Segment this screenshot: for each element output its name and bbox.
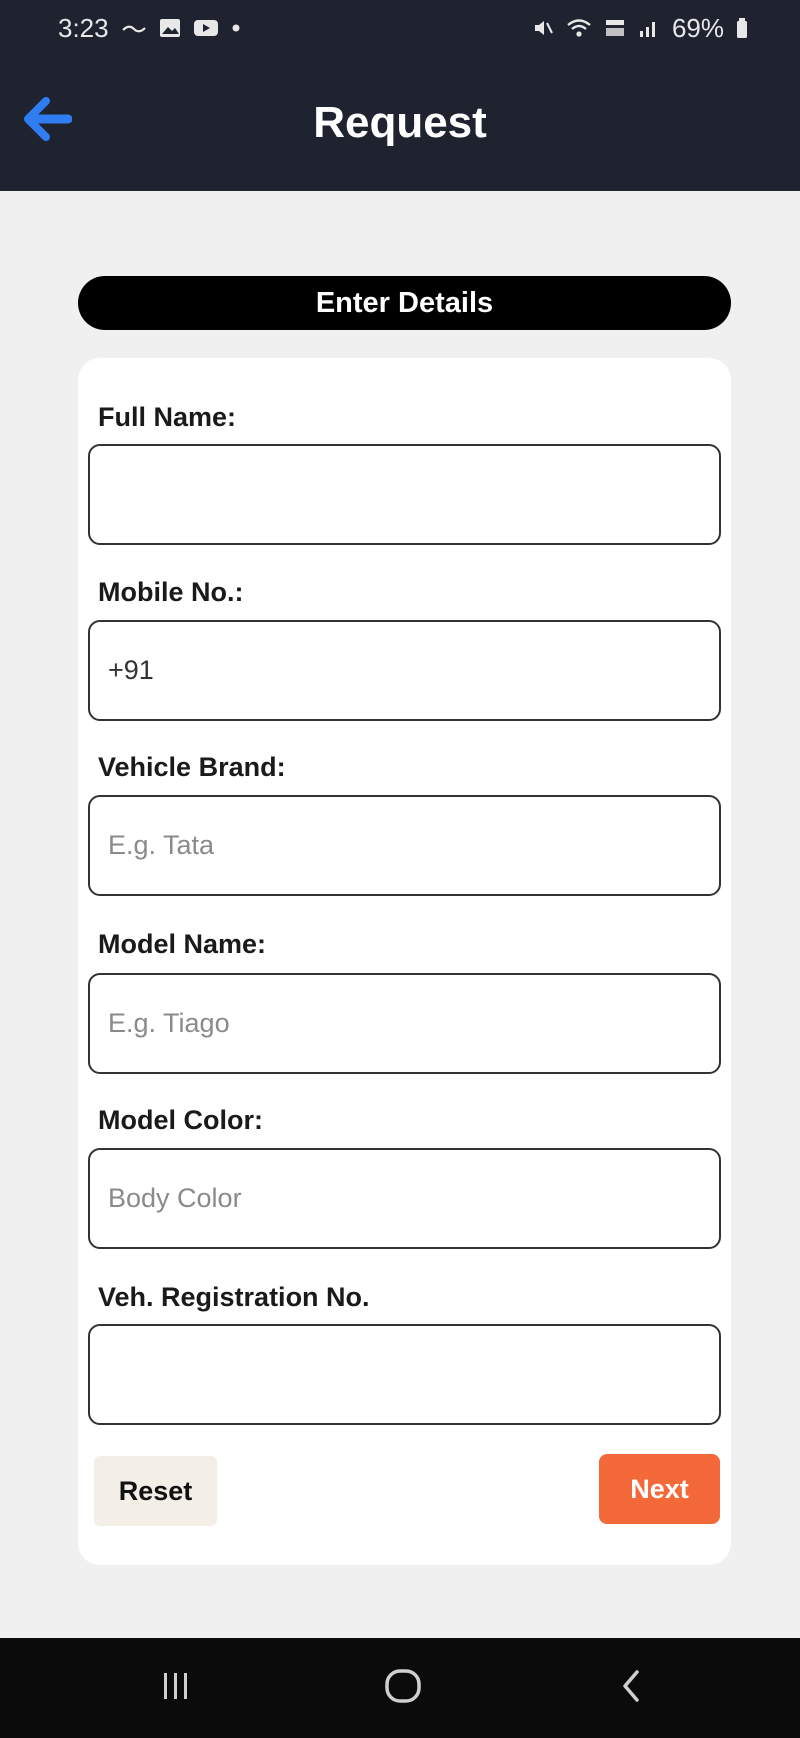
registration-number-input[interactable] bbox=[88, 1324, 721, 1425]
volte-icon bbox=[604, 17, 626, 39]
home-button[interactable] bbox=[363, 1660, 443, 1716]
reset-button[interactable]: Reset bbox=[94, 1456, 217, 1526]
mobile-number-input[interactable] bbox=[88, 620, 721, 721]
model-color-input[interactable] bbox=[88, 1148, 721, 1249]
registration-number-label: Veh. Registration No. bbox=[98, 1282, 370, 1312]
gallery-icon bbox=[159, 18, 181, 38]
status-time: 3:23 bbox=[58, 12, 109, 43]
recents-button[interactable] bbox=[136, 1660, 216, 1716]
mute-icon bbox=[532, 17, 554, 39]
signal-icon bbox=[638, 17, 660, 39]
status-bar: 3:23 69% bbox=[0, 0, 800, 56]
battery-icon bbox=[736, 17, 748, 39]
status-right: 69% bbox=[532, 13, 748, 44]
model-name-input[interactable] bbox=[88, 973, 721, 1074]
model-name-label: Model Name: bbox=[98, 929, 267, 959]
full-name-input[interactable] bbox=[88, 444, 721, 545]
home-icon bbox=[383, 1668, 423, 1709]
battery-percent: 69% bbox=[671, 12, 724, 43]
wifi-icon bbox=[566, 17, 592, 39]
section-title: Enter Details bbox=[78, 276, 731, 330]
page-title: Request bbox=[313, 98, 487, 147]
form-card: Full Name: Mobile No.: Vehicle Brand: Mo… bbox=[78, 358, 731, 1565]
dot-icon bbox=[231, 23, 241, 33]
vehicle-brand-label: Vehicle Brand: bbox=[98, 752, 286, 782]
next-button[interactable]: Next bbox=[599, 1454, 720, 1524]
youtube-icon bbox=[193, 18, 219, 38]
full-name-label: Full Name: bbox=[98, 402, 237, 432]
back-icon bbox=[617, 1668, 647, 1709]
app-header: Request bbox=[0, 56, 800, 191]
system-nav-bar bbox=[0, 1638, 800, 1738]
vehicle-brand-input[interactable] bbox=[88, 795, 721, 896]
recents-icon bbox=[156, 1669, 196, 1708]
nav-back-button[interactable] bbox=[592, 1660, 672, 1716]
model-color-label: Model Color: bbox=[98, 1105, 263, 1135]
mobile-number-label: Mobile No.: bbox=[98, 577, 244, 607]
missed-call-icon bbox=[121, 20, 147, 36]
status-left: 3:23 bbox=[58, 13, 241, 44]
